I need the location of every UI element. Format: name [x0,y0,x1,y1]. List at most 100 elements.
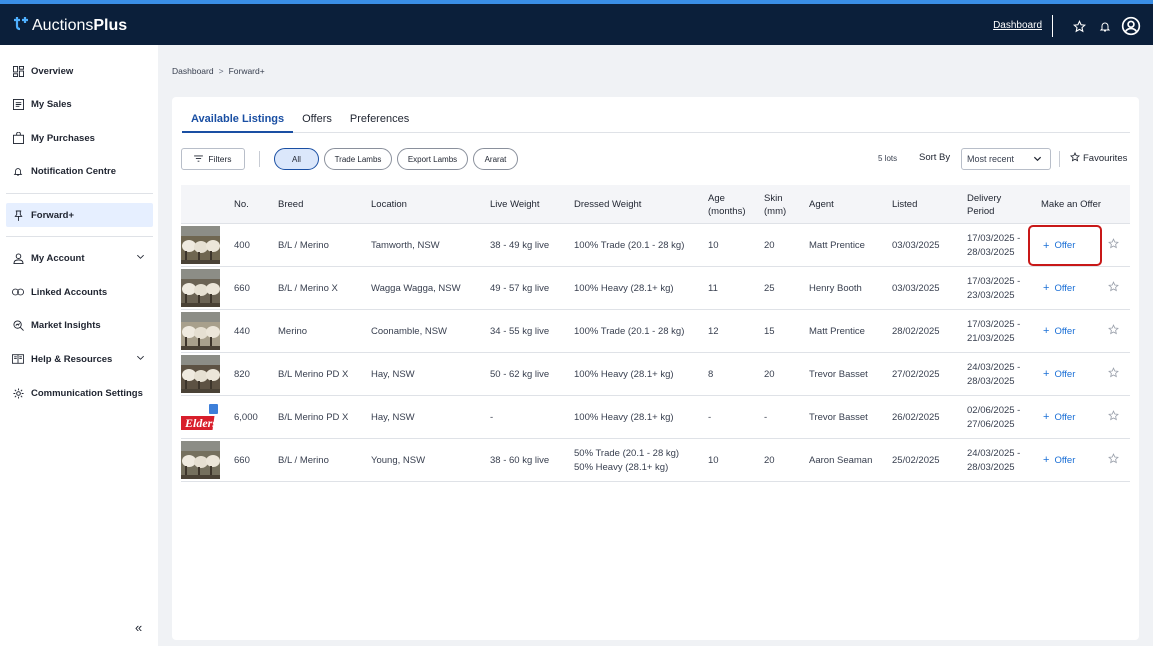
cell-listed: 28/02/2025 [892,325,940,337]
dressed-weight-line: 100% Trade (20.1 - 28 kg) [574,325,685,337]
cell-dressed-weight: 100% Heavy (28.1+ kg) [574,267,674,310]
collapse-sidebar-icon[interactable]: « [135,620,142,635]
header-skin-line1: Skin [764,192,783,204]
auctionsplus-logo[interactable]: Auctions Plus [12,15,127,36]
table-row[interactable]: 820 B/L Merino PD X Hay, NSW 50 - 62 kg liv… [181,353,1130,396]
chevron-down-icon [1033,154,1042,165]
sidebar-item-market-insights[interactable]: Market Insights [6,313,153,337]
chip-ararat[interactable]: Ararat [473,148,518,170]
offer-button[interactable]: + Offer [1040,278,1075,298]
favourite-star-icon[interactable] [1108,238,1119,252]
offer-label: Offer [1054,282,1076,294]
sidebar-item-forward-plus[interactable]: Forward+ [6,203,153,227]
cell-agent: Trevor Basset [809,411,868,423]
cell-breed: B/L Merino PD X [278,411,349,423]
cell-skin: 20 [764,454,775,466]
chevron-down-icon[interactable] [136,252,145,264]
elders-logo-thumbnail[interactable]: Elders [181,398,220,436]
link-icon [12,286,24,298]
sheep-photo-thumbnail[interactable] [181,312,220,350]
sidebar-item-label: Notification Centre [31,165,116,177]
sidebar-item-my-purchases[interactable]: My Purchases [6,126,153,150]
chip-export-lambs[interactable]: Export Lambs [397,148,468,170]
favourite-star-icon[interactable] [1108,324,1119,338]
sidebar-item-my-account[interactable]: My Account [6,246,153,270]
cell-skin: - [764,411,768,423]
favourite-star-icon[interactable] [1108,410,1119,424]
header-age-line2: (months) [708,205,746,217]
sheep-photo-thumbnail[interactable] [181,226,220,264]
tab-available-listings[interactable]: Available Listings [182,109,294,133]
star-icon[interactable] [1067,14,1091,38]
plus-icon: + [1043,282,1050,294]
header-delivery-line1: Delivery [967,192,1002,204]
offer-button[interactable]: + Offer [1040,450,1075,470]
sidebar-item-notification-centre[interactable]: Notification Centre [6,159,153,183]
cell-dressed-weight: 100% Trade (20.1 - 28 kg) [574,310,684,353]
offer-button[interactable]: + Offer [1040,321,1075,341]
top-bar: Auctions Plus Dashboard [0,0,1153,45]
table-header: No. Breed Location Live Weight Dressed W… [181,185,1130,224]
sidebar-item-my-sales[interactable]: My Sales [6,92,153,116]
sheep-photo-thumbnail[interactable] [181,269,220,307]
table-row[interactable]: Elders 6,000 B/L Merino PD X Hay, NSW - - - Tre… [181,396,1130,439]
chip-trade-lambs[interactable]: Trade Lambs [324,148,392,170]
cell-no: 440 [234,325,250,337]
table-body: 400 B/L / Merino Tamworth, NSW 38 - 49 kg l… [181,224,1130,482]
header-make-offer: Make an Offer [1041,199,1102,210]
sidebar-item-help-resources[interactable]: Help & Resources [6,347,153,371]
chevron-down-icon[interactable] [136,353,145,365]
grid-icon [12,65,24,77]
delivery-date: 24/03/2025 - [967,447,1021,459]
sidebar-item-label: Market Insights [31,319,101,331]
plus-icon: + [1043,368,1050,380]
offer-label: Offer [1054,240,1076,251]
sort-by-label: Sort By [919,152,951,163]
cell-live-weight: 50 - 62 kg live [490,368,550,380]
cell-location: Coonamble, NSW [371,325,448,337]
table-row[interactable]: 660 B/L / Merino Young, NSW 38 - 60 kg live… [181,439,1130,482]
cell-breed: B/L Merino PD X [278,368,349,380]
favourite-star-icon[interactable] [1108,367,1119,381]
sheep-photo-thumbnail[interactable] [181,355,220,393]
dressed-weight-line: 50% Heavy (28.1+ kg) [574,461,669,473]
offer-button[interactable]: + Offer [1040,364,1075,384]
plus-icon: + [1043,454,1050,466]
sheep-photo-thumbnail[interactable] [181,441,220,479]
listing-toolbar: Filters All Trade Lambs Export Lambs Ara… [181,147,1130,171]
tab-preferences[interactable]: Preferences [341,109,418,132]
breadcrumb: Dashboard > Forward+ [172,66,265,76]
user-circle-icon[interactable] [1119,14,1143,38]
tab-offers[interactable]: Offers [293,109,341,132]
cell-location: Wagga Wagga, NSW [371,282,461,294]
chip-all[interactable]: All [274,148,319,170]
dashboard-link[interactable]: Dashboard [993,15,1053,37]
cell-live-weight: 34 - 55 kg live [490,325,550,337]
header-skin: Skin (mm) [764,185,786,224]
offer-button[interactable]: + Offer [1028,225,1102,266]
star-icon [1069,152,1081,165]
filters-button[interactable]: Filters [181,148,245,170]
table-row[interactable]: 440 Merino Coonamble, NSW 34 - 55 kg live 12… [181,310,1130,353]
favourites-label: Favourites [1083,153,1128,164]
favourite-star-icon[interactable] [1108,281,1119,295]
bell-icon[interactable] [1093,14,1117,38]
pin-icon [12,209,24,221]
cell-age: 10 [708,454,719,466]
table-row[interactable]: 660 B/L / Merino X Wagga Wagga, NSW 49 - 57… [181,267,1130,310]
sidebar-item-linked-accounts[interactable]: Linked Accounts [6,280,153,304]
cell-delivery-period: 17/03/2025 - 23/03/2025 [967,267,1020,310]
sort-select[interactable]: Most recent [961,148,1051,170]
favourites-button[interactable]: Favourites [1069,152,1128,165]
favourite-star-icon[interactable] [1108,453,1119,467]
sidebar-item-overview[interactable]: Overview [6,59,153,83]
sidebar-item-communication-settings[interactable]: Communication Settings [6,381,153,405]
cell-listed: 27/02/2025 [892,368,940,380]
cell-location: Hay, NSW [371,411,415,423]
breadcrumb-dashboard[interactable]: Dashboard [172,66,214,76]
offer-button[interactable]: + Offer [1040,407,1075,427]
header-live-weight: Live Weight [490,199,540,210]
table-row[interactable]: 400 B/L / Merino Tamworth, NSW 38 - 49 kg l… [181,224,1130,267]
cell-delivery-period: 02/06/2025 - 27/06/2025 [967,396,1020,439]
cell-no: 400 [234,239,250,251]
